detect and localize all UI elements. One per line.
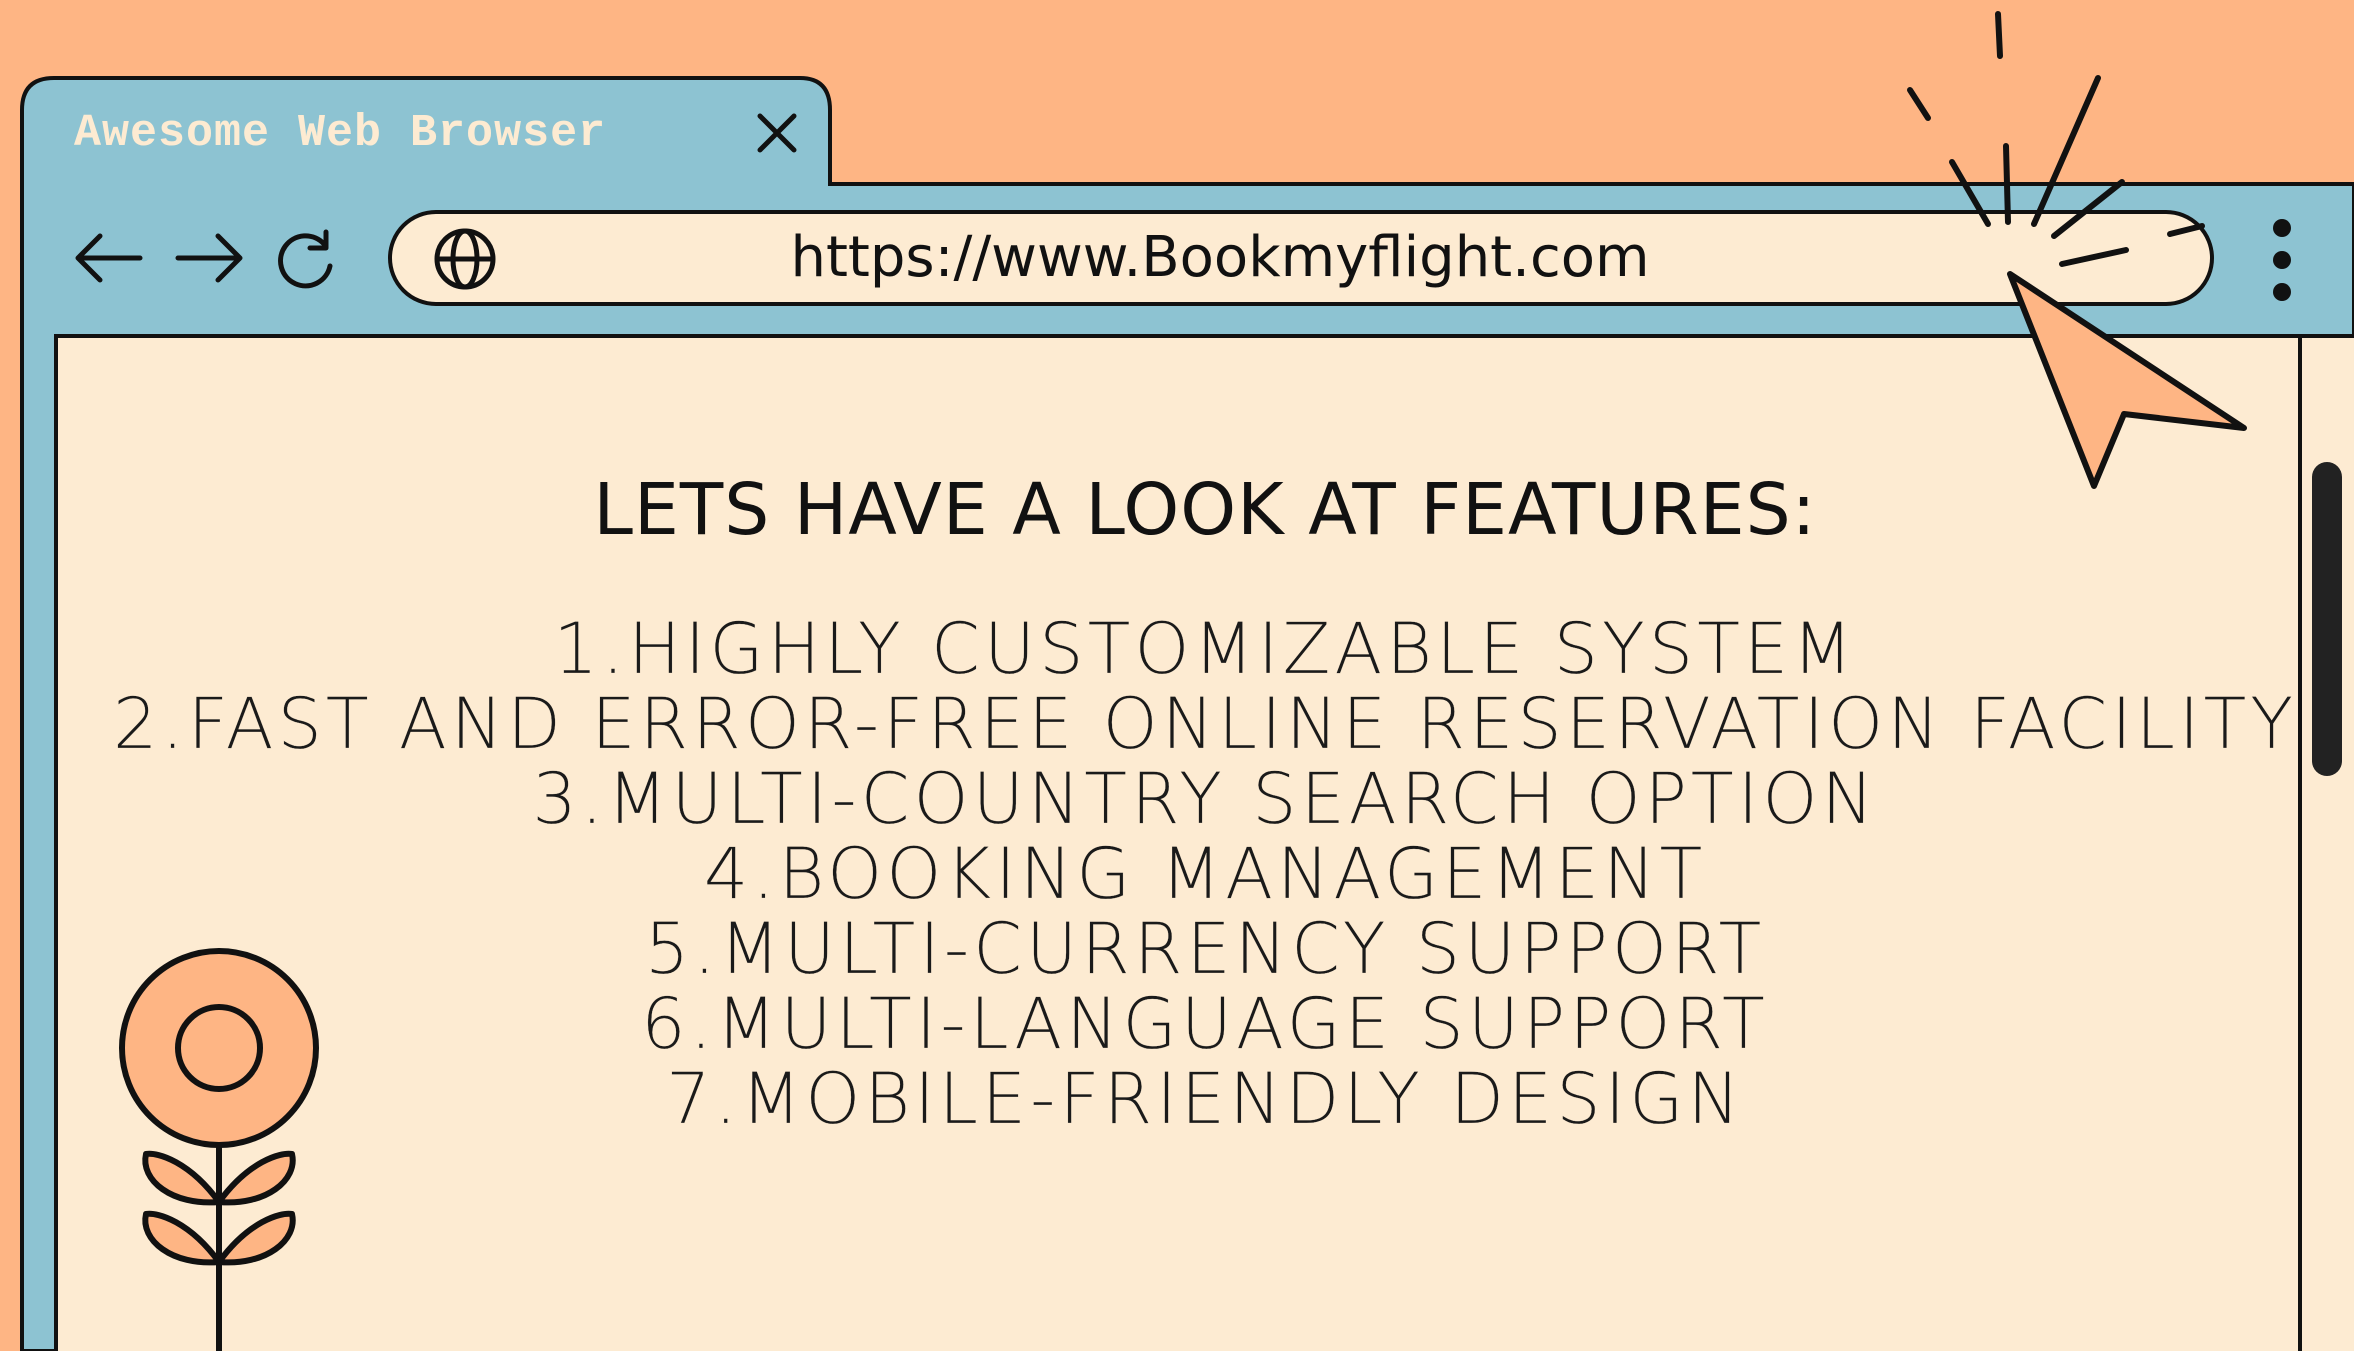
globe-icon (432, 226, 498, 292)
tab-title[interactable]: Awesome Web Browser (74, 108, 606, 159)
close-icon[interactable] (752, 108, 802, 158)
arrow-left-icon[interactable] (70, 228, 146, 288)
kebab-menu-icon[interactable] (2262, 214, 2302, 306)
list-item: 3.MULTI-COUNTRY SEARCH OPTION (532, 758, 1878, 840)
list-item: 1.HIGHLY CUSTOMIZABLE SYSTEM (553, 608, 1857, 690)
cursor-click-icon (1890, 0, 2260, 500)
reload-icon[interactable] (274, 226, 340, 292)
list-item: 7.MOBILE-FRIENDLY DESIGN (666, 1058, 1744, 1140)
arrow-right-icon[interactable] (172, 228, 248, 288)
flower-illustration (110, 940, 330, 1351)
features-list: 1.HIGHLY CUSTOMIZABLE SYSTEM 2.FAST AND … (60, 608, 2350, 1140)
list-item: 5.MULTI-CURRENCY SUPPORT (644, 908, 1766, 990)
list-item: 6.MULTI-LANGUAGE SUPPORT (641, 983, 1769, 1065)
list-item: 2.FAST AND ERROR-FREE ONLINE RESERVATION… (112, 683, 2298, 765)
url-text[interactable]: https://www.Bookmyflight.com (520, 222, 1920, 294)
list-item: 4.BOOKING MANAGEMENT (703, 833, 1707, 915)
